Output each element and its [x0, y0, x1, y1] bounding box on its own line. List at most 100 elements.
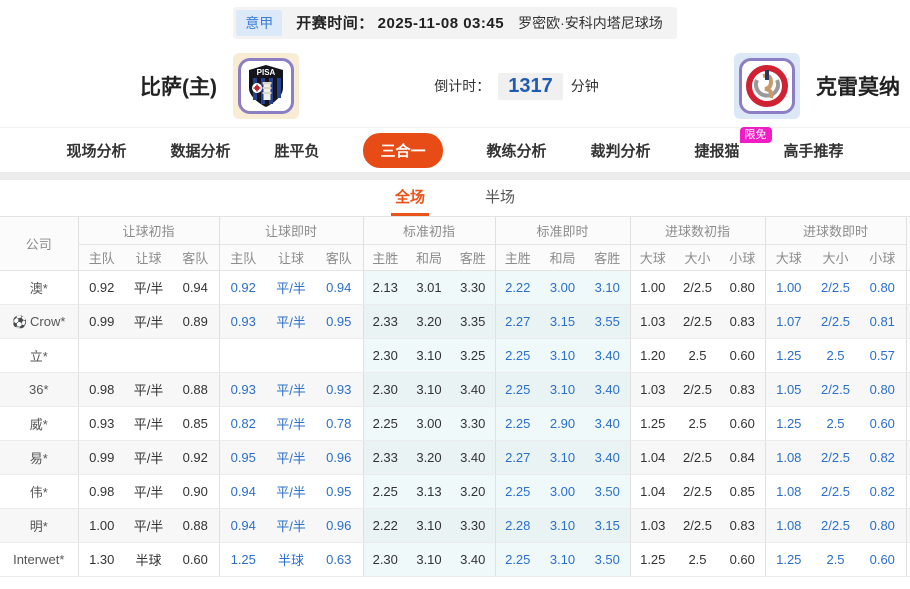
odds-cell: 0.83 [720, 508, 766, 543]
company-cell[interactable]: 伟* [0, 474, 78, 509]
nav-tab-4[interactable]: 三合一 [363, 132, 443, 168]
nav-tabs: 现场分析 数据分析 胜平负 三合一 教练分析 裁判分析 捷报猫 限免 高手推荐 [0, 126, 910, 172]
away-team-name: 克雷莫纳 [816, 76, 900, 99]
odds-cell: 0.78 [315, 406, 363, 441]
odds-cell: 0.88 [172, 372, 219, 407]
teams-row: 比萨(主) PISA 倒计时： 1317 分钟 克雷莫纳 [0, 45, 910, 127]
sub-column-header: 小球 [720, 244, 766, 271]
sub-column-header: 客胜 [451, 244, 495, 271]
odds-cell: 2.5 [812, 542, 860, 577]
subtab-1[interactable]: 全场 [390, 180, 429, 216]
nav-tab-6[interactable]: 裁判分析 [591, 140, 651, 161]
odds-cell: 3.00 [540, 270, 585, 305]
clipped-cell [905, 338, 910, 373]
odds-cell: 0.60 [720, 406, 766, 441]
odds-cell: 0.60 [720, 338, 766, 373]
nav-tab-7[interactable]: 捷报猫 限免 [695, 126, 772, 161]
odds-cell: 3.13 [407, 474, 451, 509]
odds-cell: 2.5 [812, 338, 860, 373]
odds-cell: 3.00 [407, 406, 451, 441]
odds-cell: 0.81 [859, 304, 907, 339]
odds-cell: 3.15 [585, 508, 630, 543]
odds-cell: 2/2.5 [675, 440, 720, 475]
sub-column-header: 和局 [407, 244, 451, 271]
odds-cell: 2.30 [362, 372, 407, 407]
odds-cell: 1.08 [764, 440, 813, 475]
sub-column-header: 主队 [218, 244, 267, 271]
odds-cell: 0.98 [77, 474, 125, 509]
odds-cell: 3.40 [585, 406, 630, 441]
odds-cell: 0.94 [218, 508, 267, 543]
table-row: 36* 0.98 平/半 0.88 0.93 平/半 0.93 2.30 3.10 3.40 2.2… [0, 372, 910, 407]
clipped-cell [905, 304, 910, 339]
odds-cell: 3.50 [585, 474, 630, 509]
odds-cell: 0.80 [859, 372, 907, 407]
company-cell[interactable]: 明* [0, 508, 78, 543]
pisa-crest-icon: PISA [238, 58, 294, 114]
company-cell[interactable]: 立* [0, 338, 78, 373]
nav-tab-8[interactable]: 高手推荐 [784, 140, 844, 161]
odds-cell: 2.25 [494, 372, 540, 407]
odds-cell: 平/半 [267, 406, 315, 441]
odds-cell: 0.84 [720, 440, 766, 475]
odds-cell: 2.25 [494, 406, 540, 441]
company-cell[interactable]: 36* [0, 372, 78, 407]
cremonese-crest-icon [739, 58, 795, 114]
odds-cell: 0.85 [720, 474, 766, 509]
odds-cell: 0.95 [315, 304, 363, 339]
league-badge[interactable]: 意甲 [236, 9, 283, 36]
odds-cell: 0.99 [77, 304, 125, 339]
clipped-cell [905, 270, 910, 305]
odds-cell: 1.25 [764, 338, 813, 373]
odds-cell: 3.30 [451, 406, 495, 441]
clipped-cell [905, 406, 910, 441]
odds-cell: 3.25 [451, 338, 495, 373]
sub-column-header: 让球 [267, 244, 315, 271]
countdown-unit: 分钟 [570, 78, 599, 94]
odds-cell: 2.22 [494, 270, 540, 305]
odds-cell: 2.90 [540, 406, 585, 441]
odds-cell: 0.93 [77, 406, 125, 441]
odds-cell: 0.60 [859, 406, 907, 441]
odds-cell: 2/2.5 [812, 440, 860, 475]
company-cell[interactable]: Interwet* [0, 542, 78, 577]
company-cell[interactable]: 澳* [0, 270, 78, 305]
nav-tab-5[interactable]: 教练分析 [487, 140, 547, 161]
odds-cell: 平/半 [125, 474, 172, 509]
odds-cell: 2.22 [362, 508, 407, 543]
odds-cell: 2.30 [362, 542, 407, 577]
odds-cell: 3.30 [451, 508, 495, 543]
sub-column-header: 客队 [315, 244, 363, 271]
odds-cell: 0.93 [218, 372, 267, 407]
nav-tab-2[interactable]: 数据分析 [170, 140, 230, 161]
sub-column-header: 大球 [629, 244, 675, 271]
clipped-cell [905, 474, 910, 509]
odds-cell: 2/2.5 [675, 270, 720, 305]
away-team-logo [734, 53, 800, 119]
odds-cell: 0.90 [172, 474, 219, 509]
odds-cell: 2.28 [494, 508, 540, 543]
nav-tab-1[interactable]: 现场分析 [66, 140, 126, 161]
odds-cell: 2/2.5 [675, 508, 720, 543]
odds-cell: 3.20 [407, 304, 451, 339]
odds-cell: 0.60 [859, 542, 907, 577]
table-row: 立* 2.30 3.10 3.25 2.25 3.10 3.40 1.20 2.5 0.60 1.2… [0, 338, 910, 373]
subtab-2[interactable]: 半场 [481, 180, 519, 216]
odds-cell: 3.40 [451, 372, 495, 407]
soccer-ball-icon: ⚽ [12, 315, 28, 329]
odds-cell: 1.25 [764, 406, 813, 441]
company-cell[interactable]: ⚽ Crow* [0, 304, 78, 339]
odds-cell: 3.10 [540, 338, 585, 373]
home-team: 比萨(主) PISA [140, 53, 299, 119]
odds-cell: 1.00 [764, 270, 813, 305]
odds-cell: 2.30 [362, 338, 407, 373]
nav-tab-3[interactable]: 胜平负 [274, 140, 319, 161]
odds-cell: 0.80 [859, 270, 907, 305]
company-cell[interactable]: 威* [0, 406, 78, 441]
table-row: 伟* 0.98 平/半 0.90 0.94 平/半 0.95 2.25 3.13 3.20 2.25… [0, 474, 910, 509]
odds-cell: 0.92 [172, 440, 219, 475]
company-cell[interactable]: 易* [0, 440, 78, 475]
odds-cell: 1.25 [764, 542, 813, 577]
col-group-header-2: 让球即时 [218, 216, 363, 245]
clipped-cell [905, 372, 910, 407]
